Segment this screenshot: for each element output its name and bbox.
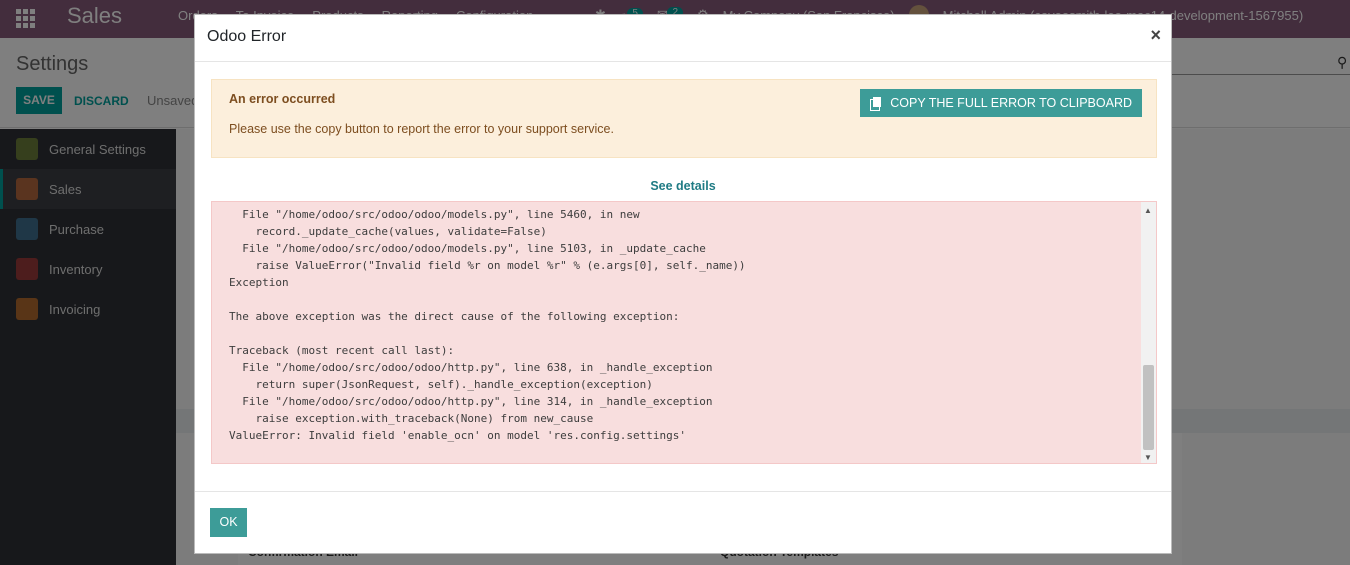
dialog-footer: OK <box>195 491 1171 554</box>
scroll-down-icon[interactable]: ▼ <box>1144 453 1152 462</box>
scrollbar-thumb[interactable] <box>1143 365 1154 450</box>
clipboard-icon <box>870 96 882 111</box>
dialog-title: Odoo Error <box>207 28 287 45</box>
dialog-header: Odoo Error × <box>195 15 1171 62</box>
copy-error-label: COPY THE FULL ERROR TO CLIPBOARD <box>890 96 1132 110</box>
error-alert: An error occurred Please use the copy bu… <box>211 79 1157 158</box>
close-icon[interactable]: × <box>1150 25 1161 46</box>
see-details-link[interactable]: See details <box>195 179 1171 193</box>
ok-button[interactable]: OK <box>210 508 247 537</box>
traceback-text: File "/home/odoo/src/odoo/odoo/models.py… <box>229 208 746 442</box>
copy-error-button[interactable]: COPY THE FULL ERROR TO CLIPBOARD <box>860 89 1142 117</box>
scroll-up-icon[interactable]: ▲ <box>1144 206 1152 215</box>
traceback-scrollbar[interactable]: ▲ ▼ <box>1141 202 1156 463</box>
alert-message: Please use the copy button to report the… <box>229 122 614 136</box>
traceback-panel[interactable]: File "/home/odoo/src/odoo/odoo/models.py… <box>211 201 1157 464</box>
error-dialog: Odoo Error × An error occurred Please us… <box>194 14 1172 554</box>
alert-heading: An error occurred <box>229 92 336 106</box>
